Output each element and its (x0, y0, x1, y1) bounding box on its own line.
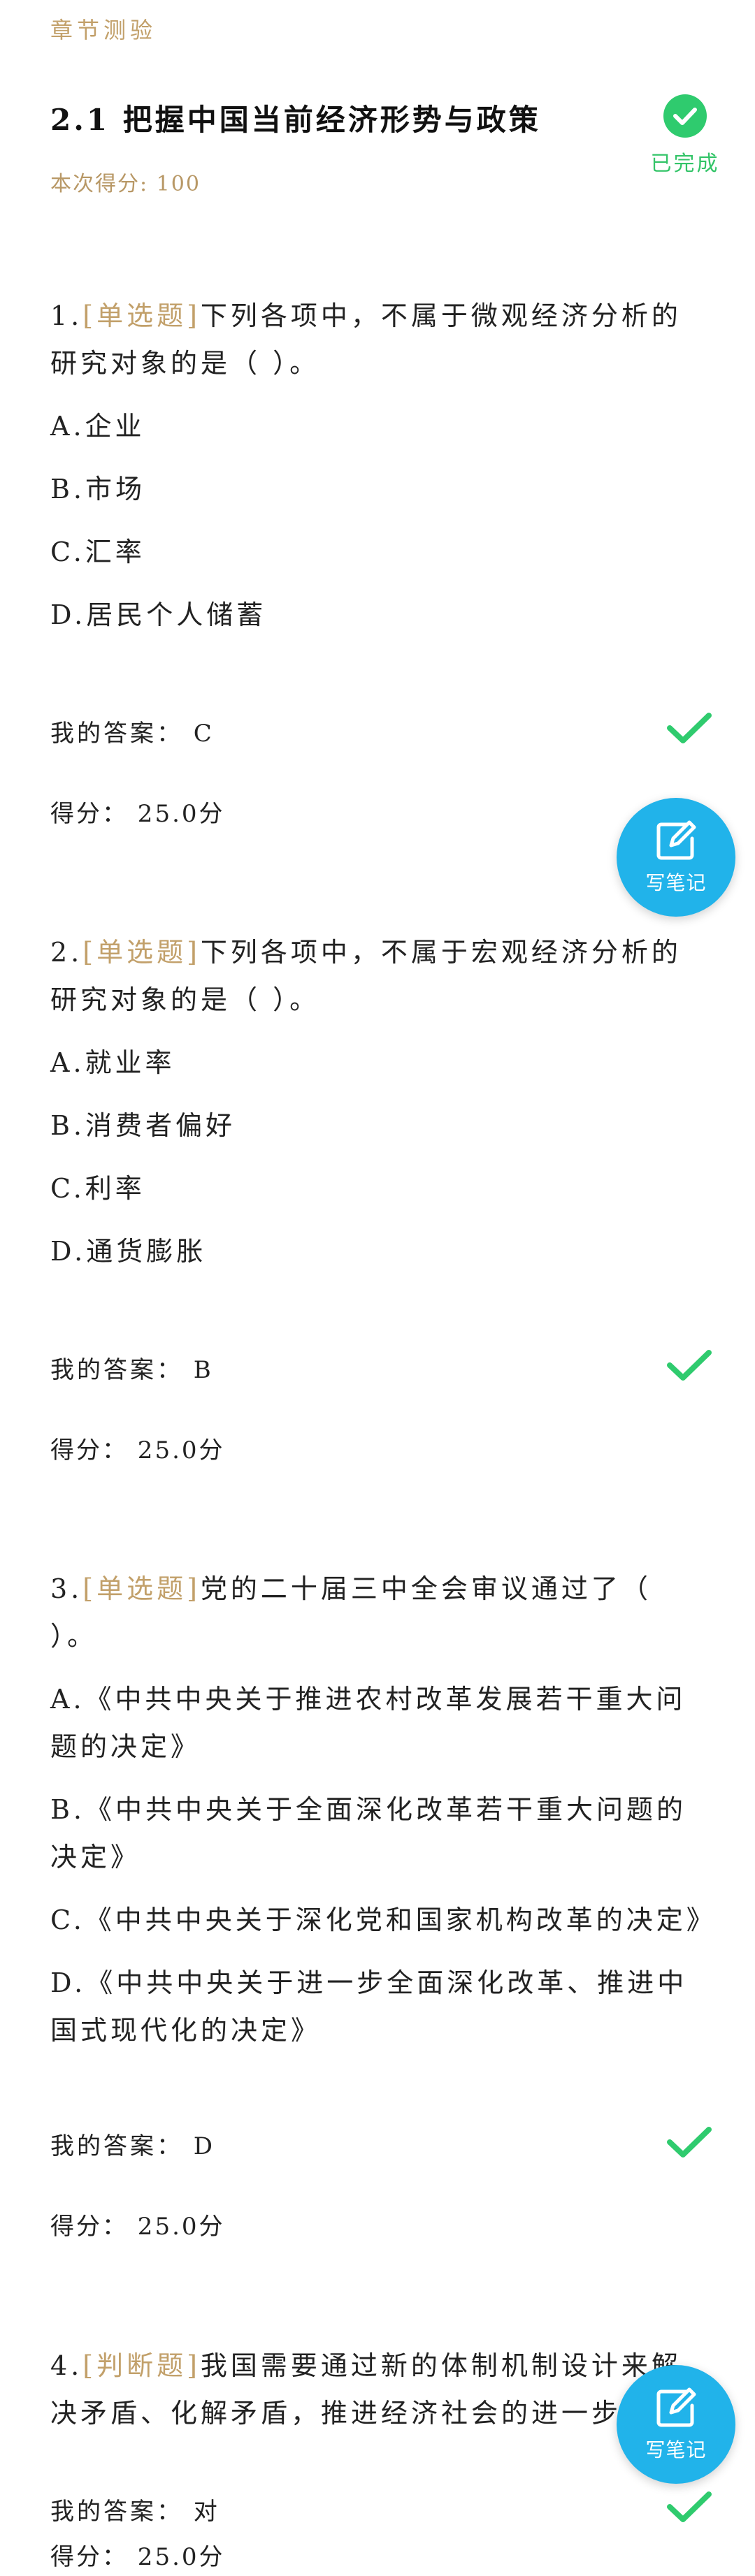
question-1: 1.[单选题]下列各项中，不属于微观经济分析的研究对象的是（ ）。 A.企业 B… (50, 292, 707, 639)
question-type: [单选题] (82, 1573, 201, 1604)
write-note-label: 写笔记 (645, 2439, 707, 2461)
my-answer: 我的答案： C (50, 720, 215, 748)
breadcrumb[interactable]: 章节测验 (50, 13, 157, 45)
my-answer: 我的答案： 对 (50, 2498, 220, 2526)
option-d: D.通货膨胀 (50, 1236, 207, 1267)
question-score: 得分： 25.0分 (50, 2543, 225, 2571)
option-c: C.《中共中央关于深化党和国家机构改革的决定》 (50, 1905, 717, 1935)
edit-note-icon (656, 820, 696, 860)
write-note-button[interactable]: 写笔记 (617, 798, 735, 917)
page-title: 2.1 把握中国当前经济形势与政策 (50, 103, 541, 137)
option-c: C.利率 (50, 1173, 145, 1204)
option-b: B.《中共中央关于全面深化改革若干重大问题的决定》 (50, 1794, 687, 1872)
option-a: A.企业 (50, 411, 145, 442)
question-score: 得分： 25.0分 (50, 800, 225, 828)
check-icon (664, 2489, 714, 2525)
check-icon (664, 1347, 714, 1383)
question-stem: 4.[判断题]我国需要通过新的体制机制设计来解决矛盾、化解矛盾，推进经济社会的进… (50, 2342, 707, 2437)
question-number: 1. (50, 300, 83, 331)
write-note-label: 写笔记 (645, 872, 707, 894)
question-number: 4. (50, 2350, 83, 2381)
completed-status: 已完成 (643, 94, 727, 177)
question-number: 3. (50, 1573, 83, 1604)
question-stem: 2.[单选题]下列各项中，不属于宏观经济分析的研究对象的是（ ）。 (50, 929, 707, 1024)
question-4: 4.[判断题]我国需要通过新的体制机制设计来解决矛盾、化解矛盾，推进经济社会的进… (50, 2342, 707, 2437)
question-stem: 1.[单选题]下列各项中，不属于微观经济分析的研究对象的是（ ）。 (50, 292, 707, 387)
option-b: B.消费者偏好 (50, 1110, 236, 1141)
check-icon (664, 2124, 714, 2160)
completed-label: 已完成 (650, 152, 720, 176)
question-score: 得分： 25.0分 (50, 1436, 225, 1464)
option-a: A.《中共中央关于推进农村改革发展若干重大问题的决定》 (50, 1684, 686, 1762)
question-stem: 3.[单选题]党的二十届三中全会审议通过了（ ）。 (50, 1565, 707, 1660)
question-2: 2.[单选题]下列各项中，不属于宏观经济分析的研究对象的是（ ）。 A.就业率 … (50, 929, 707, 1275)
write-note-button[interactable]: 写笔记 (617, 2365, 735, 2484)
option-d: D.居民个人储蓄 (50, 599, 267, 630)
my-answer: 我的答案： D (50, 2132, 216, 2160)
question-number: 2. (50, 937, 83, 968)
option-c: C.汇率 (50, 537, 145, 567)
question-score: 得分： 25.0分 (50, 2213, 225, 2241)
question-type: [判断题] (82, 2350, 201, 2381)
check-circle-icon (663, 94, 707, 138)
option-b: B.市场 (50, 474, 146, 504)
option-d: D.《中共中央关于进一步全面深化改革、推进中国式现代化的决定》 (50, 1967, 688, 2046)
question-type: [单选题] (82, 937, 201, 968)
check-icon (664, 710, 714, 746)
question-type: [单选题] (82, 300, 201, 331)
my-answer: 我的答案： B (50, 1356, 214, 1384)
option-a: A.就业率 (50, 1047, 175, 1078)
edit-note-icon (656, 2387, 696, 2427)
total-score: 本次得分: 100 (50, 172, 201, 196)
question-3: 3.[单选题]党的二十届三中全会审议通过了（ ）。 A.《中共中央关于推进农村改… (50, 1565, 717, 2054)
